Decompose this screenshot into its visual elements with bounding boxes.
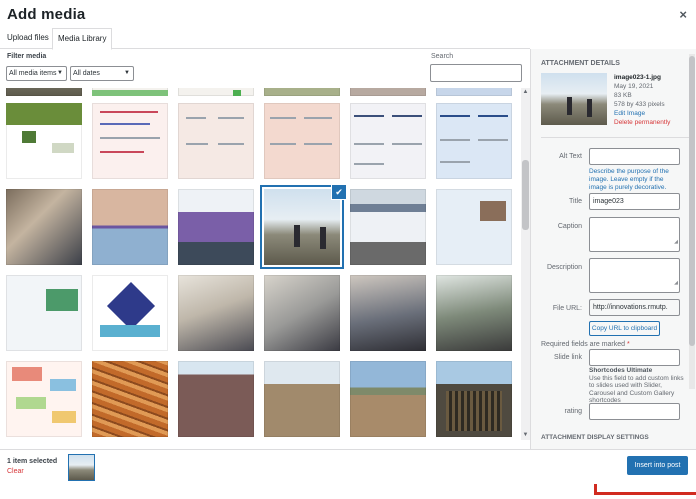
attachment-details-sidebar: ATTACHMENT DETAILS image023-1.jpg May 19…	[530, 49, 696, 449]
selected-attachment-thumbnail[interactable]	[69, 455, 94, 480]
attachment-details-heading: ATTACHMENT DETAILS	[541, 60, 620, 67]
attachment-thumbnail[interactable]	[264, 88, 340, 96]
slide-link-label: Slide link	[553, 354, 582, 361]
attachment-thumbnail[interactable]	[436, 361, 512, 437]
media-toolbar: 1 item selected Clear Insert into post	[0, 449, 696, 499]
caption-textarea[interactable]: ◢	[589, 217, 680, 252]
copy-url-button[interactable]: Copy URL to clipboard	[589, 321, 660, 336]
tab-upload-files[interactable]: Upload files	[2, 28, 54, 49]
sidebar-scrollbar-thumb[interactable]	[689, 56, 695, 346]
title-label: Title	[569, 198, 582, 205]
slide-help-text: Use this field to add custom links to sl…	[589, 374, 684, 405]
attachment-thumbnail[interactable]	[264, 275, 340, 351]
attachment-thumbnail[interactable]	[264, 103, 340, 179]
attachment-thumbnail[interactable]	[92, 88, 168, 96]
attachment-date: May 19, 2021	[614, 83, 654, 90]
attachment-thumbnail[interactable]	[92, 189, 168, 265]
title-input[interactable]: image023	[589, 193, 680, 210]
annotation-marker	[594, 492, 696, 495]
attachment-thumbnail[interactable]	[178, 275, 254, 351]
attachment-thumbnail[interactable]	[350, 103, 426, 179]
attachment-thumbnail[interactable]	[350, 88, 426, 96]
media-type-select[interactable]: All media items ▼	[6, 66, 67, 81]
resize-grip-icon[interactable]: ◢	[674, 235, 678, 250]
attachment-thumbnail[interactable]	[92, 275, 168, 351]
search-label: Search	[431, 53, 454, 60]
attachment-thumbnail[interactable]	[436, 103, 512, 179]
rating-input[interactable]	[589, 403, 680, 420]
attachment-thumbnail[interactable]	[178, 88, 254, 96]
slide-link-input[interactable]	[589, 349, 680, 366]
attachments-grid: ✔	[0, 88, 520, 440]
tab-media-library[interactable]: Media Library	[52, 28, 113, 50]
description-label: Description	[546, 264, 582, 271]
media-date-select-value: All dates	[73, 70, 100, 77]
attachment-thumbnail[interactable]	[264, 361, 340, 437]
edit-image-link[interactable]: Edit Image	[614, 109, 670, 118]
alt-text-label: Alt Text	[559, 153, 582, 160]
description-textarea[interactable]: ◢	[589, 258, 680, 293]
chevron-down-icon: ▼	[124, 70, 130, 76]
attachment-size: 83 KB	[614, 92, 632, 99]
grid-scrollbar-thumb[interactable]	[522, 160, 529, 230]
alt-text-input[interactable]	[589, 148, 680, 165]
search-input[interactable]	[430, 64, 522, 82]
modal-title: Add media	[7, 6, 86, 23]
clear-selection-link[interactable]: Clear	[7, 468, 24, 475]
required-star: *	[627, 341, 630, 348]
attachment-thumbnail[interactable]	[92, 361, 168, 437]
grid-scrollbar[interactable]	[521, 88, 530, 440]
media-modal: Add media × Upload files Media Library F…	[0, 0, 696, 499]
attachment-filename: image023-1.jpg	[614, 74, 661, 81]
delete-permanently-link[interactable]: Delete permanently	[614, 118, 670, 127]
attachment-preview	[541, 73, 607, 125]
slide-link-help: Shortcodes Ultimate Use this field to ad…	[589, 367, 685, 405]
required-fields-note: Required fields are marked *	[541, 341, 630, 348]
rating-label: rating	[564, 408, 582, 415]
resize-grip-icon[interactable]: ◢	[674, 276, 678, 291]
scroll-down-icon[interactable]: ▼	[521, 432, 530, 438]
attachment-thumbnail[interactable]	[6, 361, 82, 437]
slide-help-title: Shortcodes Ultimate	[589, 367, 653, 374]
tab-bar: Upload files Media Library	[0, 28, 530, 50]
attachment-thumbnail[interactable]	[6, 103, 82, 179]
attachment-thumbnail[interactable]	[6, 275, 82, 351]
file-url-input[interactable]: http://innovations.rmutp.	[589, 299, 680, 316]
insert-into-post-button[interactable]: Insert into post	[627, 456, 688, 475]
alt-text-help-link[interactable]: Describe the purpose of the image. Leave…	[589, 168, 681, 192]
attachment-thumbnail[interactable]	[350, 189, 426, 265]
attachment-thumbnail[interactable]	[436, 88, 512, 96]
checkmark-icon[interactable]: ✔	[332, 185, 346, 199]
required-fields-text: Required fields are marked	[541, 341, 626, 348]
selection-count: 1 item selected	[7, 458, 58, 465]
attachment-thumbnail[interactable]	[436, 189, 512, 265]
attachment-thumbnail[interactable]	[178, 189, 254, 265]
media-type-select-value: All media items	[9, 70, 57, 77]
attachment-info: image023-1.jpg May 19, 2021 83 KB 578 by…	[614, 73, 670, 127]
filter-media-label: Filter media	[7, 53, 47, 60]
attachment-thumbnail[interactable]	[350, 361, 426, 437]
chevron-down-icon: ▼	[57, 70, 63, 76]
close-icon[interactable]: ×	[679, 7, 687, 22]
media-date-select[interactable]: All dates ▼	[70, 66, 134, 81]
attachment-thumbnail[interactable]	[6, 88, 82, 96]
attachment-thumbnail-selected[interactable]	[264, 189, 340, 265]
attachment-thumbnail[interactable]	[178, 361, 254, 437]
attachment-thumbnail[interactable]	[350, 275, 426, 351]
attachment-thumbnail[interactable]	[6, 189, 82, 265]
attachment-thumbnail[interactable]	[178, 103, 254, 179]
attachment-thumbnail[interactable]	[436, 275, 512, 351]
scroll-up-icon[interactable]: ▲	[521, 89, 530, 95]
file-url-label: File URL:	[552, 305, 582, 312]
caption-label: Caption	[557, 223, 582, 230]
divider	[541, 137, 691, 138]
display-settings-heading: ATTACHMENT DISPLAY SETTINGS	[541, 434, 649, 441]
attachment-dimensions: 578 by 433 pixels	[614, 101, 665, 108]
attachment-thumbnail[interactable]	[92, 103, 168, 179]
